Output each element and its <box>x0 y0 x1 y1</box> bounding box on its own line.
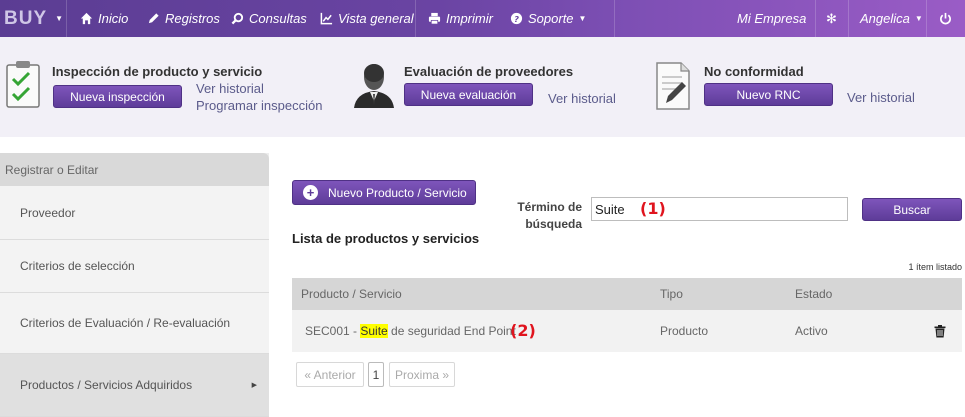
nav-label: Registros <box>165 11 220 26</box>
nav-divider <box>415 0 416 37</box>
document-pen-icon <box>656 62 690 110</box>
chevron-down-icon: ▼ <box>578 14 587 23</box>
cell-status: Activo <box>795 324 828 338</box>
sidebar-item-label: Criterios de Evaluación / Re-evaluación <box>20 316 231 330</box>
help-icon: ? <box>510 12 523 25</box>
list-title: Lista de productos y servicios <box>292 231 480 246</box>
top-navbar: BUY ▼ Inicio Registros Consultas Vista g… <box>0 0 965 37</box>
nav-divider <box>848 0 849 37</box>
column-header-product: Producto / Servicio <box>301 287 402 301</box>
sidebar-item-criterios-evaluacion[interactable]: Criterios de Evaluación / Re-evaluación <box>0 293 269 354</box>
sidebar-item-criterios-seleccion[interactable]: Criterios de selección <box>0 240 269 293</box>
brand-menu[interactable]: BUY ▼ <box>0 0 66 37</box>
clipboard-check-icon <box>6 61 40 108</box>
sidebar-item-label: Proveedor <box>20 205 76 220</box>
chevron-right-icon: ▶ <box>251 382 257 389</box>
new-inspection-button[interactable]: Nueva inspección <box>53 85 182 108</box>
table-header: Producto / Servicio Tipo Estado <box>292 278 962 310</box>
logout-button[interactable] <box>939 0 952 37</box>
nav-label: Soporte <box>528 11 574 26</box>
pencil-icon <box>148 13 159 24</box>
sidebar: Registrar o Editar Proveedor Criterios d… <box>0 153 269 417</box>
item-count: 1 ítem listado <box>908 262 962 272</box>
plus-icon: + <box>303 185 318 200</box>
sidebar-item-proveedor[interactable]: Proveedor <box>0 186 269 240</box>
nav-label: Vista general <box>338 11 414 26</box>
new-product-label: Nuevo Producto / Servicio <box>328 185 467 200</box>
brand-logo: BUY <box>4 7 48 29</box>
svg-text:?: ? <box>514 14 519 24</box>
column-header-type: Tipo <box>660 287 683 301</box>
cell-product[interactable]: SEC001 - Suite de seguridad End Point <box>305 310 516 352</box>
chevron-down-icon: ▼ <box>914 14 923 23</box>
pagination-next[interactable]: Proxima » <box>389 362 455 387</box>
search-input[interactable] <box>591 197 848 221</box>
table-row[interactable]: SEC001 - Suite de seguridad End Point (2… <box>292 310 962 352</box>
search-button[interactable]: Buscar <box>862 198 962 221</box>
nav-divider <box>66 0 67 37</box>
nav-label: Imprimir <box>446 11 493 26</box>
home-icon <box>80 12 93 25</box>
nonconformity-title: No conformidad <box>704 64 804 79</box>
evaluation-history-link[interactable]: Ver historial <box>548 91 616 106</box>
sidebar-item-label: Criterios de selección <box>20 259 135 273</box>
rnc-history-link[interactable]: Ver historial <box>847 90 915 105</box>
suppliers-title: Evaluación de proveedores <box>404 64 574 79</box>
nav-divider <box>815 0 816 37</box>
nav-item-inicio[interactable]: Inicio <box>80 0 128 37</box>
sidebar-item-productos-servicios[interactable]: Productos / Servicios Adquiridos ▶ <box>0 354 269 417</box>
nav-item-consultas[interactable]: Consultas <box>231 0 307 37</box>
settings-button[interactable]: ✻ <box>826 0 837 37</box>
company-name: Mi Empresa <box>737 11 807 26</box>
product-code: SEC001 - <box>305 324 361 338</box>
nav-item-soporte[interactable]: ? Soporte ▼ <box>510 0 586 37</box>
pagination-page-1[interactable]: 1 <box>368 362 384 387</box>
nav-divider <box>614 0 615 37</box>
power-icon <box>940 12 951 25</box>
module-bar: Inspección de producto y servicio Nueva … <box>0 37 965 137</box>
new-evaluation-button[interactable]: Nueva evaluación <box>404 83 533 106</box>
search-highlight: Suite <box>360 324 388 338</box>
product-name: de seguridad End Point <box>387 324 516 338</box>
chart-icon <box>320 12 333 25</box>
sidebar-item-label: Productos / Servicios Adquiridos <box>20 378 193 392</box>
annotation-marker-1: (1) <box>640 199 666 218</box>
nav-divider <box>926 0 927 37</box>
new-product-button[interactable]: + Nuevo Producto / Servicio <box>292 180 476 205</box>
nav-item-imprimir[interactable]: Imprimir <box>428 0 493 37</box>
user-name: Angelica <box>860 11 910 26</box>
nav-label: Consultas <box>249 11 307 26</box>
sidebar-header: Registrar o Editar <box>0 153 269 186</box>
inspection-title: Inspección de producto y servicio <box>52 64 263 79</box>
printer-icon <box>428 12 441 25</box>
user-menu[interactable]: Angelica ▼ <box>860 0 923 37</box>
nav-company[interactable]: Mi Empresa <box>737 0 806 37</box>
delete-button[interactable] <box>934 310 946 352</box>
nav-label: Inicio <box>98 11 129 26</box>
pagination-previous[interactable]: « Anterior <box>296 362 364 387</box>
column-header-status: Estado <box>795 287 833 301</box>
search-label: Término de búsqueda <box>517 200 582 231</box>
annotation-marker-2: (2) <box>510 321 536 340</box>
cell-type: Producto <box>660 324 709 338</box>
person-avatar-icon <box>354 64 394 108</box>
search-icon <box>231 12 244 25</box>
new-rnc-button[interactable]: Nuevo RNC <box>704 83 833 106</box>
schedule-inspection-link[interactable]: Programar inspección <box>196 98 322 113</box>
nav-item-vista-general[interactable]: Vista general <box>320 0 414 37</box>
chevron-down-icon: ▼ <box>55 14 64 23</box>
inspection-history-link[interactable]: Ver historial <box>196 81 264 96</box>
gear-icon: ✻ <box>826 10 837 26</box>
nav-item-registros[interactable]: Registros <box>147 0 220 37</box>
trash-icon <box>934 324 946 337</box>
